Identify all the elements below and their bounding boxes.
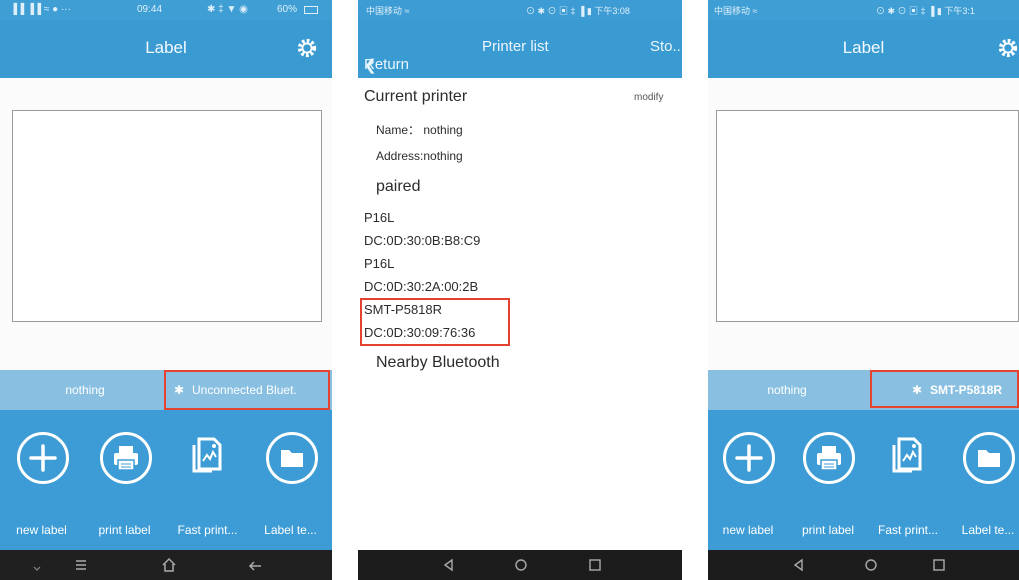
device-name: P16L <box>364 256 395 271</box>
back-icon[interactable] <box>246 556 264 574</box>
status-bar: 中国移动 ≈ ⊙ ✱ ⊙ ▣ ‡ ▐ ▮ 下午3:1 <box>708 0 1019 20</box>
app-header: ❮ Return Printer list Sto.. <box>358 20 682 78</box>
gear-icon[interactable] <box>296 37 318 59</box>
label-screen-disconnected: ▐▐ ▐▐ ≈ ● ··· 09:44 ✱ ‡ ▼ ◉ 60% Label no… <box>0 0 332 580</box>
status-bar: 中国移动 ≈ ⊙ ✱ ⊙ ▣ ‡ ▐ ▮ 下午3:08 <box>358 0 682 20</box>
return-label: Return <box>364 56 410 73</box>
system-nav-bar <box>708 550 1019 580</box>
printer-list-screen: 中国移动 ≈ ⊙ ✱ ⊙ ▣ ‡ ▐ ▮ 下午3:08 ❮ Return Prin… <box>358 0 682 580</box>
back-triangle-icon[interactable] <box>440 556 458 574</box>
page-title: Printer list <box>482 38 549 55</box>
home-icon[interactable] <box>512 556 530 574</box>
plus-icon <box>723 432 775 484</box>
bluetooth-highlight <box>870 370 1019 408</box>
status-time: 09:44 <box>137 4 163 15</box>
current-label-name: nothing <box>65 383 105 397</box>
folder-icon <box>265 432 318 484</box>
status-battery: 60% <box>277 4 298 15</box>
current-printer-address: Address:nothing <box>376 149 463 163</box>
plus-icon <box>16 432 69 484</box>
page-title: Label <box>145 38 187 57</box>
page-title: Label <box>842 38 885 57</box>
printer-icon <box>99 432 152 484</box>
carrier-text: 中国移动 ≈ <box>714 6 758 16</box>
status-icons: ⊙ ✱ ⊙ ▣ ‡ ▐ ▮ 下午3:08 <box>526 6 630 16</box>
action-bar: new label print label Fast print... Labe… <box>708 410 1019 550</box>
label-template-text: Label te... <box>264 523 317 537</box>
modify-link[interactable]: modify <box>634 92 663 103</box>
label-template-text: Label te... <box>961 523 1015 537</box>
selected-device-highlight <box>360 298 510 346</box>
fast-print-icon <box>883 430 933 480</box>
recents-icon[interactable] <box>586 556 604 574</box>
app-header: Label <box>0 20 332 78</box>
battery-icon <box>304 6 318 14</box>
current-printer-heading: Current printer <box>364 88 468 105</box>
device-name: P16L <box>364 210 395 225</box>
label-template-button[interactable]: Label te... <box>948 410 1019 550</box>
nearby-bluetooth-heading: Nearby Bluetooth <box>376 354 500 371</box>
back-triangle-icon[interactable] <box>790 556 808 574</box>
new-label-button[interactable]: new label <box>0 410 83 550</box>
current-printer-name: Name： nothing <box>376 123 463 137</box>
label-preview[interactable] <box>716 110 1019 322</box>
status-icons: ⊙ ✱ ⊙ ▣ ‡ ▐ ▮ 下午3:1 <box>876 6 975 16</box>
folder-icon <box>963 432 1015 484</box>
paired-heading: paired <box>376 178 421 195</box>
menu-icon[interactable] <box>72 556 90 574</box>
chevron-down-icon[interactable] <box>33 560 41 571</box>
new-label-button[interactable]: new label <box>708 410 788 550</box>
carrier-text: 中国移动 ≈ <box>366 6 410 16</box>
printer-icon <box>803 432 855 484</box>
app-header: Label <box>708 20 1019 78</box>
device-mac: DC:0D:30:0B:B8:C9 <box>364 233 481 248</box>
fast-print-button[interactable]: Fast print... <box>166 410 249 550</box>
stop-button[interactable]: Sto.. <box>650 38 681 55</box>
print-label-button[interactable]: print label <box>83 410 166 550</box>
label-template-button[interactable]: Label te... <box>249 410 332 550</box>
status-bar: ▐▐ ▐▐ ≈ ● ··· 09:44 ✱ ‡ ▼ ◉ 60% <box>0 0 332 20</box>
label-screen-connected: 中国移动 ≈ ⊙ ✱ ⊙ ▣ ‡ ▐ ▮ 下午3:1 Label nothing… <box>708 0 1019 580</box>
home-icon[interactable] <box>160 556 178 574</box>
fast-print-icon <box>183 430 233 480</box>
bluetooth-highlight <box>164 370 330 410</box>
label-preview[interactable] <box>12 110 322 322</box>
system-nav-bar <box>358 550 682 580</box>
status-icons: ✱ ‡ ▼ ◉ <box>207 4 248 15</box>
system-nav-bar <box>0 550 332 580</box>
current-label-name: nothing <box>767 383 807 397</box>
gear-icon[interactable] <box>997 37 1019 59</box>
action-bar: new label print label Fast print... Labe… <box>0 410 332 550</box>
fast-print-button[interactable]: Fast print... <box>868 410 948 550</box>
print-label-button[interactable]: print label <box>788 410 868 550</box>
device-mac: DC:0D:30:2A:00:2B <box>364 279 479 294</box>
status-signal: ▐▐ ▐▐ ≈ ● ··· <box>10 4 71 15</box>
recents-icon[interactable] <box>930 556 948 574</box>
home-icon[interactable] <box>862 556 880 574</box>
